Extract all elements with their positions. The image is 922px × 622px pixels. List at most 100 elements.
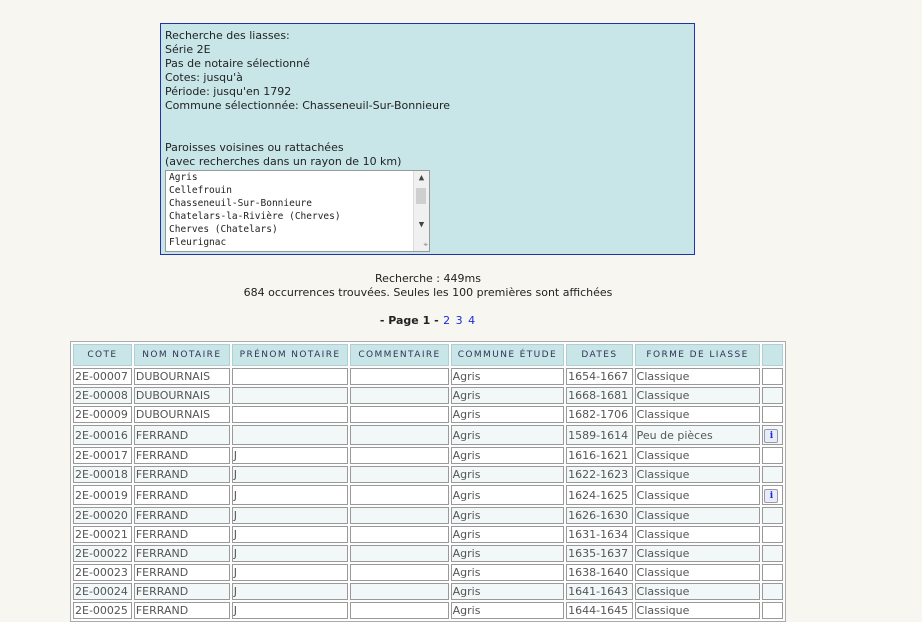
info-cell xyxy=(762,387,783,404)
cell-prenom: J xyxy=(231,564,349,581)
cell-nom: DUBOURNAIS xyxy=(133,387,230,404)
cell-forme: Classique xyxy=(634,564,761,581)
neighbor-parishes-listbox[interactable]: Agris Cellefrouin Chasseneuil-Sur-Bonnie… xyxy=(165,170,430,252)
column-header-commentaire[interactable]: Commentaire xyxy=(350,344,449,366)
cell-forme: Classique xyxy=(634,406,761,423)
scroll-down-icon[interactable]: ▼ xyxy=(414,219,429,232)
table-header-row: Cote Nom notaire Prénom notaire Commenta… xyxy=(73,344,783,366)
cell-prenom: J xyxy=(231,507,349,524)
cell-prenom xyxy=(231,387,349,404)
column-header-nom-notaire[interactable]: Nom notaire xyxy=(133,344,230,366)
cell-commune: Agris xyxy=(450,387,565,404)
cell-dates: 1616-1621 xyxy=(566,447,633,464)
info-cell xyxy=(762,466,783,483)
search-criteria-panel: Recherche des liasses: Série 2E Pas de n… xyxy=(160,23,695,255)
cell-dates: 1631-1634 xyxy=(566,526,633,543)
cell-commune: Agris xyxy=(450,447,565,464)
parish-option[interactable]: Agris xyxy=(166,171,429,184)
cell-dates: 1589-1614 xyxy=(566,425,633,445)
cell-commentaire xyxy=(350,545,449,562)
column-header-prenom-notaire[interactable]: Prénom notaire xyxy=(231,344,349,366)
cell-dates: 1622-1623 xyxy=(566,466,633,483)
cell-prenom: J xyxy=(231,583,349,600)
scrollbar-thumb[interactable] xyxy=(416,188,426,204)
info-cell: i xyxy=(762,485,783,505)
table-row[interactable]: 2E-00020 FERRAND J Agris 1626-1630 Classique xyxy=(73,507,783,524)
parish-option[interactable]: Fleurignac xyxy=(166,236,429,249)
info-icon[interactable]: i xyxy=(764,428,779,443)
cell-commune: Agris xyxy=(450,507,565,524)
cell-forme: Classique xyxy=(634,507,761,524)
column-header-info xyxy=(762,344,783,366)
table-row[interactable]: 2E-00023 FERRAND J Agris 1638-1640 Classique xyxy=(73,564,783,581)
cell-cote: 2E-00016 xyxy=(73,425,132,445)
table-row[interactable]: 2E-00025 FERRAND J Agris 1644-1645 Classique xyxy=(73,602,783,619)
cell-dates: 1654-1667 xyxy=(566,368,633,385)
table-row[interactable]: 2E-00017 FERRAND J Agris 1616-1621 Classique xyxy=(73,447,783,464)
cell-commentaire xyxy=(350,466,449,483)
info-icon[interactable]: i xyxy=(764,488,779,503)
cell-prenom: J xyxy=(231,545,349,562)
info-cell xyxy=(762,545,783,562)
cell-nom: FERRAND xyxy=(133,583,230,600)
cell-dates: 1641-1643 xyxy=(566,583,633,600)
cell-cote: 2E-00021 xyxy=(73,526,132,543)
table-row[interactable]: 2E-00018 FERRAND J Agris 1622-1623 Classique xyxy=(73,466,783,483)
results-table: Cote Nom notaire Prénom notaire Commenta… xyxy=(70,341,786,622)
column-header-forme-liasse[interactable]: Forme de liasse xyxy=(634,344,761,366)
table-row[interactable]: 2E-00024 FERRAND J Agris 1641-1643 Classique xyxy=(73,583,783,600)
table-row[interactable]: 2E-00007 DUBOURNAIS Agris 1654-1667 Classiqu… xyxy=(73,368,783,385)
info-cell xyxy=(762,602,783,619)
page-link-2[interactable]: 2 xyxy=(443,314,450,327)
column-header-dates[interactable]: Dates xyxy=(566,344,633,366)
cell-dates: 1626-1630 xyxy=(566,507,633,524)
info-cell: i xyxy=(762,425,783,445)
parish-option[interactable]: Cherves (Chatelars) xyxy=(166,223,429,236)
table-row[interactable]: 2E-00016 FERRAND Agris 1589-1614 Peu de pièc… xyxy=(73,425,783,445)
cell-cote: 2E-00025 xyxy=(73,602,132,619)
cell-prenom xyxy=(231,406,349,423)
parish-option[interactable]: Cellefrouin xyxy=(166,184,429,197)
cell-commune: Agris xyxy=(450,526,565,543)
cell-prenom xyxy=(231,368,349,385)
neighbor-parishes-title: Paroisses voisines ou rattachées xyxy=(165,141,344,154)
criteria-title: Recherche des liasses: xyxy=(165,29,290,42)
cell-commentaire xyxy=(350,406,449,423)
cell-commentaire xyxy=(350,485,449,505)
current-page-label: - Page 1 - xyxy=(379,314,439,327)
resize-grip-icon[interactable]: ⌖ xyxy=(423,238,428,251)
cell-dates: 1682-1706 xyxy=(566,406,633,423)
info-cell xyxy=(762,583,783,600)
table-row[interactable]: 2E-00009 DUBOURNAIS Agris 1682-1706 Classiqu… xyxy=(73,406,783,423)
cell-nom: FERRAND xyxy=(133,602,230,619)
table-row[interactable]: 2E-00008 DUBOURNAIS Agris 1668-1681 Classiqu… xyxy=(73,387,783,404)
cell-commentaire xyxy=(350,507,449,524)
criteria-series: Série 2E xyxy=(165,43,211,56)
parish-option[interactable]: Chatelars-la-Rivière (Cherves) xyxy=(166,210,429,223)
scroll-up-icon[interactable]: ▲ xyxy=(414,172,429,185)
cell-prenom: J xyxy=(231,526,349,543)
cell-cote: 2E-00019 xyxy=(73,485,132,505)
table-row[interactable]: 2E-00022 FERRAND J Agris 1635-1637 Classique xyxy=(73,545,783,562)
cell-forme: Classique xyxy=(634,602,761,619)
cell-commentaire xyxy=(350,526,449,543)
parish-option[interactable]: Chasseneuil-Sur-Bonnieure xyxy=(166,197,429,210)
cell-commune: Agris xyxy=(450,425,565,445)
table-row[interactable]: 2E-00021 FERRAND J Agris 1631-1634 Classique xyxy=(73,526,783,543)
cell-cote: 2E-00018 xyxy=(73,466,132,483)
page-link-4[interactable]: 4 xyxy=(468,314,475,327)
cell-commune: Agris xyxy=(450,466,565,483)
cell-dates: 1668-1681 xyxy=(566,387,633,404)
listbox-scrollbar[interactable]: ▲ ▼ ⌖ xyxy=(413,171,429,251)
results-summary: 684 occurrences trouvées. Seules les 100… xyxy=(243,286,613,299)
table-row[interactable]: 2E-00019 FERRAND J Agris 1624-1625 Classique i xyxy=(73,485,783,505)
column-header-cote[interactable]: Cote xyxy=(73,344,132,366)
page-link-3[interactable]: 3 xyxy=(456,314,463,327)
cell-nom: FERRAND xyxy=(133,425,230,445)
column-header-commune-etude[interactable]: Commune étude xyxy=(450,344,565,366)
cell-forme: Classique xyxy=(634,526,761,543)
pagination: - Page 1 - 2 3 4 xyxy=(0,314,856,327)
criteria-notary: Pas de notaire sélectionné xyxy=(165,57,310,70)
cell-nom: FERRAND xyxy=(133,507,230,524)
cell-dates: 1638-1640 xyxy=(566,564,633,581)
